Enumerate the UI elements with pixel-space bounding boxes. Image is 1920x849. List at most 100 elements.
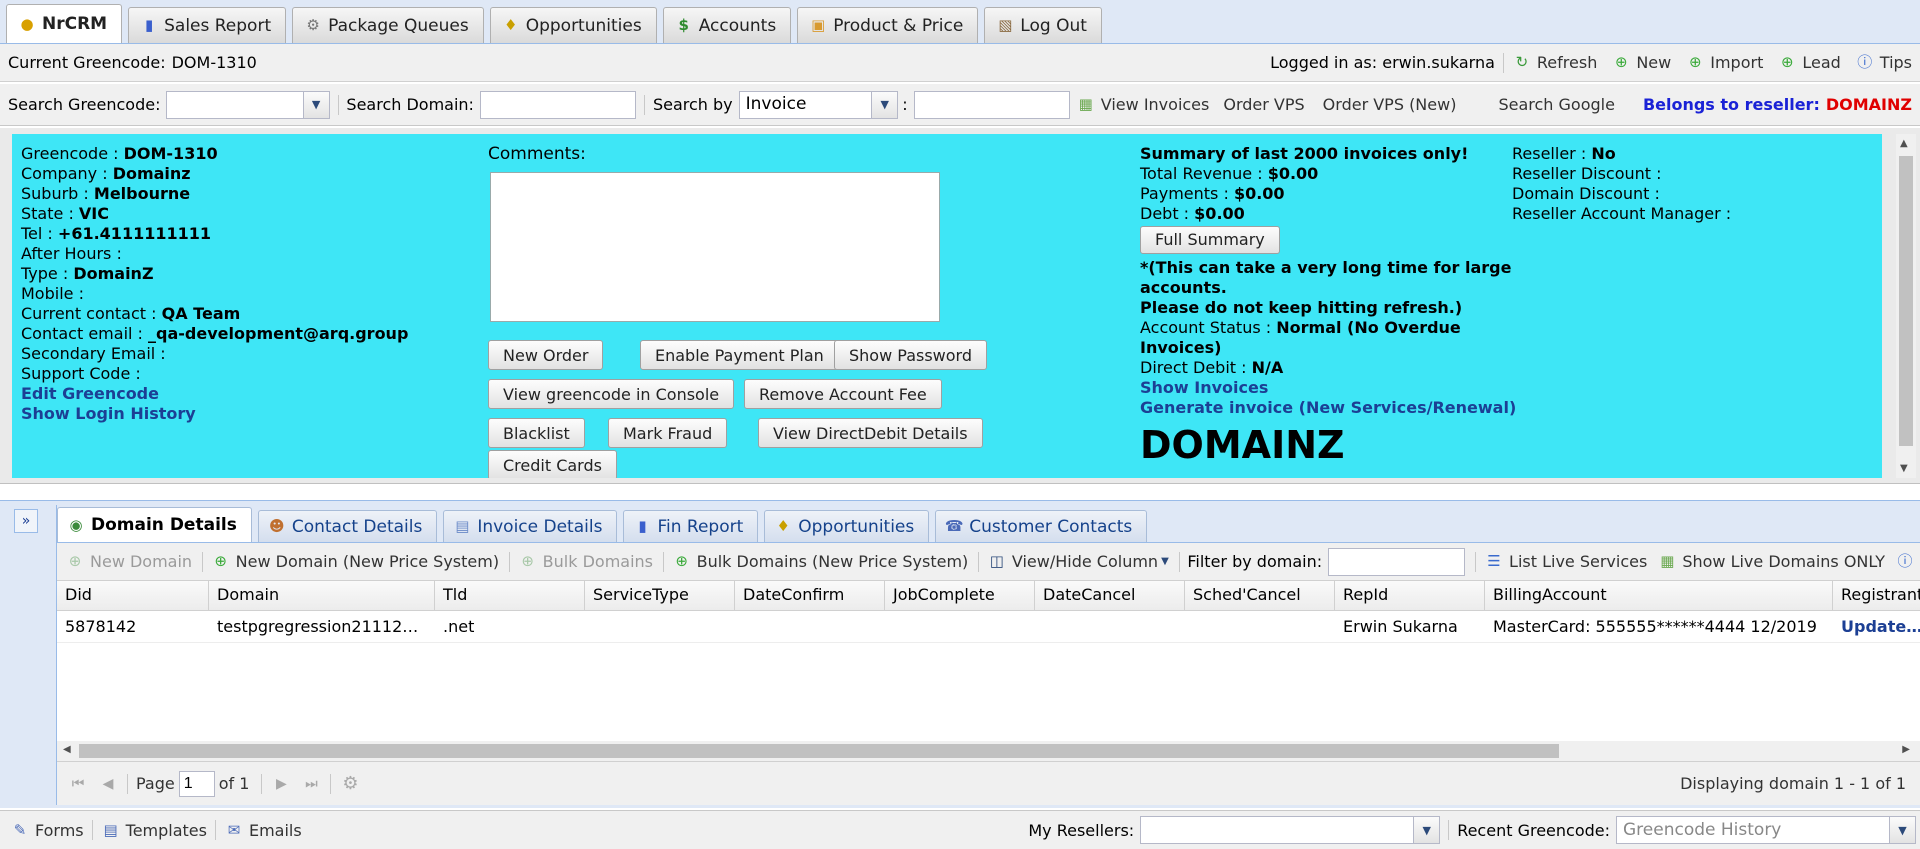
- detail-company: Company : Domainz: [21, 164, 191, 183]
- show-invoices-link[interactable]: Show Invoices: [1140, 378, 1520, 398]
- mark-fraud-button[interactable]: Mark Fraud: [608, 418, 728, 448]
- tab-log-out[interactable]: ▧ Log Out: [984, 7, 1102, 43]
- column-header-servicetype[interactable]: ServiceType: [585, 581, 735, 610]
- chevron-down-icon[interactable]: ▼: [1889, 817, 1915, 843]
- show-login-history-link[interactable]: Show Login History: [21, 404, 408, 424]
- expand-west-icon[interactable]: »: [14, 509, 38, 533]
- recent-greencode-combo[interactable]: Greencode History ▼: [1616, 816, 1916, 844]
- tips-button[interactable]: ⓘ Tips: [1855, 53, 1912, 73]
- new-button[interactable]: ⊕ New: [1611, 53, 1671, 73]
- my-resellers-combo[interactable]: ▼: [1140, 816, 1441, 844]
- column-header-did[interactable]: Did: [57, 581, 209, 610]
- remove-account-fee-button[interactable]: Remove Account Fee: [744, 379, 942, 409]
- filter-domain-input[interactable]: [1328, 547, 1466, 576]
- mail-icon: ✉: [227, 820, 241, 839]
- column-header-schedcancel[interactable]: Sched'Cancel: [1185, 581, 1335, 610]
- tab-product-price[interactable]: ▣ Product & Price: [797, 7, 979, 43]
- divider: [337, 94, 339, 115]
- column-header-registrant[interactable]: Registrant: [1833, 581, 1920, 610]
- view-hide-column-button[interactable]: ◫ View/Hide Column ▼: [987, 552, 1169, 572]
- tab-invoice-details[interactable]: ▤ Invoice Details: [443, 510, 618, 542]
- full-summary-button[interactable]: Full Summary: [1140, 226, 1280, 254]
- enable-payment-plan-button[interactable]: Enable Payment Plan: [640, 340, 839, 370]
- chevron-down-icon[interactable]: ▼: [1413, 817, 1440, 843]
- page-number-input[interactable]: [178, 770, 215, 797]
- scroll-left-icon[interactable]: ◀: [63, 744, 71, 755]
- forms-button[interactable]: ✎ Forms: [10, 820, 84, 840]
- search-by-select[interactable]: Invoice ▼: [738, 90, 899, 119]
- credit-cards-button[interactable]: Credit Cards: [488, 450, 617, 478]
- templates-button[interactable]: ▤ Templates: [101, 820, 207, 840]
- info-icon[interactable]: ⓘ: [1895, 552, 1915, 572]
- search-term-input[interactable]: [913, 90, 1070, 119]
- refresh-button[interactable]: ↻ Refresh: [1512, 53, 1598, 73]
- first-page-icon[interactable]: ⏮: [67, 773, 89, 795]
- grid-horizontal-scrollbar[interactable]: ◀ ▶: [57, 741, 1920, 761]
- edit-greencode-link[interactable]: Edit Greencode: [21, 384, 408, 404]
- new-order-button[interactable]: New Order: [488, 340, 604, 370]
- tab-opportunities-sub[interactable]: ♦ Opportunities: [764, 510, 930, 542]
- new-domain-button[interactable]: ⊕ New Domain: [65, 552, 192, 572]
- column-header-jobcomplete[interactable]: JobComplete: [885, 581, 1035, 610]
- crm-app: ● NrCRM ▮ Sales Report ⚙ Package Queues ♦ Op…: [0, 0, 1920, 849]
- chevron-down-icon[interactable]: ▼: [302, 91, 329, 118]
- info-vertical-scrollbar[interactable]: ▲ ▼: [1896, 134, 1916, 478]
- column-header-repid[interactable]: RepId: [1335, 581, 1485, 610]
- scroll-thumb[interactable]: [79, 744, 1559, 758]
- scroll-up-icon[interactable]: ▲: [1900, 138, 1908, 149]
- detail-state: State : VIC: [21, 204, 109, 223]
- tab-accounts[interactable]: $ Accounts: [662, 7, 792, 43]
- comments-textarea[interactable]: [490, 172, 940, 322]
- tab-sales-report[interactable]: ▮ Sales Report: [128, 7, 287, 43]
- chevron-down-icon[interactable]: ▼: [871, 91, 898, 118]
- contacts-icon: ☎: [944, 517, 964, 535]
- tab-fin-report[interactable]: ▮ Fin Report: [623, 510, 759, 542]
- divider: [1448, 820, 1450, 840]
- order-vps-new-button[interactable]: Order VPS (New): [1323, 95, 1457, 114]
- import-button[interactable]: ⊕ Import: [1685, 53, 1763, 73]
- next-page-icon[interactable]: ▶: [270, 773, 292, 795]
- bulk-domains-button[interactable]: ⊕ Bulk Domains: [518, 552, 653, 572]
- list-live-services-button[interactable]: ☰ List Live Services: [1484, 552, 1647, 572]
- bulk-domains-new-price-button[interactable]: ⊕ Bulk Domains (New Price System): [672, 552, 968, 572]
- emails-button[interactable]: ✉ Emails: [224, 820, 302, 840]
- tab-package-queues[interactable]: ⚙ Package Queues: [292, 7, 484, 43]
- update-details-link[interactable]: Update D: [1833, 617, 1920, 636]
- column-header-billingaccount[interactable]: BillingAccount: [1485, 581, 1833, 610]
- show-live-domains-button[interactable]: ▦ Show Live Domains ONLY: [1657, 552, 1885, 572]
- add-icon: ⊕: [1688, 53, 1702, 71]
- tab-contact-details[interactable]: ☻ Contact Details: [257, 510, 438, 542]
- tab-domain-details[interactable]: ◉ Domain Details: [57, 507, 252, 542]
- refresh-icon[interactable]: ⚙: [339, 773, 361, 795]
- lead-button[interactable]: ⊕ Lead: [1777, 53, 1841, 73]
- my-resellers-label: My Resellers:: [1028, 820, 1135, 840]
- scroll-down-icon[interactable]: ▼: [1900, 463, 1908, 474]
- generate-invoice-link[interactable]: Generate invoice (New Services/Renewal): [1140, 398, 1520, 418]
- last-page-icon[interactable]: ⏭: [300, 773, 322, 795]
- search-greencode-combo[interactable]: ▼: [166, 90, 330, 119]
- summary-warning: *(This can take a very long time for lar…: [1140, 258, 1512, 297]
- tab-nrcrm[interactable]: ● NrCRM: [6, 4, 123, 43]
- column-header-tld[interactable]: Tld: [435, 581, 585, 610]
- order-vps-button[interactable]: Order VPS: [1223, 95, 1304, 114]
- table-row[interactable]: 5878142 testpgregression21112018... .net…: [57, 611, 1920, 643]
- show-password-button[interactable]: Show Password: [834, 340, 987, 370]
- tab-opportunities[interactable]: ♦ Opportunities: [489, 7, 657, 43]
- tab-customer-contacts[interactable]: ☎ Customer Contacts: [935, 510, 1148, 542]
- column-header-datecancel[interactable]: DateCancel: [1035, 581, 1185, 610]
- view-console-button[interactable]: View greencode in Console: [488, 379, 735, 409]
- new-domain-new-price-button[interactable]: ⊕ New Domain (New Price System): [211, 552, 499, 572]
- view-directdebit-button[interactable]: View DirectDebit Details: [758, 418, 983, 448]
- scroll-right-icon[interactable]: ▶: [1902, 744, 1910, 755]
- column-header-dateconfirm[interactable]: DateConfirm: [735, 581, 885, 610]
- search-bar: Search Greencode: ▼ Search Domain: Searc…: [0, 84, 1920, 126]
- column-header-domain[interactable]: Domain: [209, 581, 435, 610]
- view-invoices-button[interactable]: ▦ View Invoices: [1076, 95, 1210, 115]
- search-google-button[interactable]: Search Google: [1498, 95, 1614, 114]
- prev-page-icon[interactable]: ◀: [97, 773, 119, 795]
- blacklist-button[interactable]: Blacklist: [488, 418, 585, 448]
- search-domain-input[interactable]: [479, 90, 637, 119]
- scroll-thumb[interactable]: [1899, 156, 1913, 446]
- page-label: Page: [136, 774, 175, 793]
- detail-contact-email: Contact email : _qa-development@arq.grou…: [21, 324, 409, 343]
